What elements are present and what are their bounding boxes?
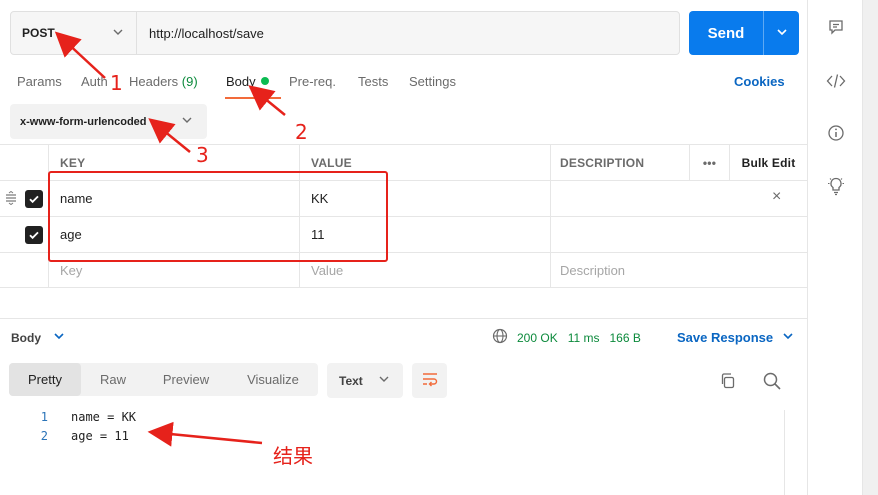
active-tab-indicator xyxy=(225,97,281,99)
view-tab-pretty[interactable]: Pretty xyxy=(9,363,81,396)
chevron-down-icon xyxy=(782,330,794,345)
bulk-edit-button[interactable]: Bulk Edit xyxy=(729,145,807,180)
chevron-down-icon xyxy=(378,373,390,388)
more-options-button[interactable]: ••• xyxy=(689,145,729,180)
line-text: age = 11 xyxy=(71,429,129,443)
method-label: POST xyxy=(22,26,55,40)
format-select[interactable]: Text xyxy=(327,363,403,398)
wrap-lines-button[interactable] xyxy=(412,363,447,398)
param-description[interactable] xyxy=(550,181,689,216)
tab-headers-label: Headers xyxy=(129,74,179,89)
annotation-label-3: 3 xyxy=(196,143,209,167)
send-label: Send xyxy=(707,24,745,42)
lightbulb-icon[interactable] xyxy=(826,176,846,196)
response-divider[interactable] xyxy=(0,318,807,319)
column-header-description: DESCRIPTION xyxy=(550,145,689,180)
tab-auth[interactable]: Auth xyxy=(81,74,108,89)
response-size[interactable]: 166 B xyxy=(610,331,641,345)
search-icon[interactable] xyxy=(762,371,782,394)
response-view-tabs: Pretty Raw Preview Visualize xyxy=(9,363,318,396)
code-scrollbar[interactable] xyxy=(784,410,800,495)
tab-headers-count: (9) xyxy=(181,74,198,89)
send-button[interactable]: Send xyxy=(689,11,799,55)
chevron-down-icon xyxy=(181,114,193,129)
tab-settings[interactable]: Settings xyxy=(409,74,456,89)
line-text: name = KK xyxy=(71,410,137,424)
line-number: 1 xyxy=(40,410,48,424)
annotation-label-1: 1 xyxy=(110,71,123,95)
body-type-select[interactable]: x-www-form-urlencoded xyxy=(10,104,207,139)
delete-row-icon[interactable]: × xyxy=(772,188,781,206)
request-bar: POST http://localhost/save xyxy=(10,11,680,55)
chevron-down-icon xyxy=(53,330,65,345)
row-checkbox[interactable] xyxy=(25,189,43,208)
annotation-label-2: 2 xyxy=(295,120,308,144)
row-checkbox[interactable] xyxy=(25,225,43,244)
response-body-toggle[interactable]: Body xyxy=(11,330,65,345)
copy-icon[interactable] xyxy=(719,372,737,393)
body-type-label: x-www-form-urlencoded xyxy=(20,115,147,128)
response-meta: 200 OK 11 ms 166 B xyxy=(492,328,641,347)
globe-icon[interactable] xyxy=(492,328,508,347)
annotation-highlight-box xyxy=(48,171,388,262)
save-response-label: Save Response xyxy=(677,330,774,345)
param-description[interactable] xyxy=(550,217,689,252)
chevron-down-icon xyxy=(112,26,124,41)
tab-pre-request[interactable]: Pre-req. xyxy=(289,74,336,89)
tab-headers[interactable]: Headers (9) xyxy=(129,74,198,89)
format-label: Text xyxy=(339,373,363,388)
code-icon[interactable] xyxy=(826,71,846,91)
chevron-down-icon xyxy=(776,26,788,41)
tab-body[interactable]: Body xyxy=(226,74,269,89)
response-title: Body xyxy=(11,330,41,345)
new-description-input[interactable]: Description xyxy=(550,253,689,287)
view-tab-visualize[interactable]: Visualize xyxy=(235,363,311,396)
comment-icon[interactable] xyxy=(826,17,846,37)
send-options-button[interactable] xyxy=(763,11,799,55)
view-tab-raw[interactable]: Raw xyxy=(87,363,139,396)
tab-tests[interactable]: Tests xyxy=(358,74,388,89)
cookies-link[interactable]: Cookies xyxy=(734,74,785,89)
url-input[interactable]: http://localhost/save xyxy=(137,12,679,54)
method-select[interactable]: POST xyxy=(11,12,137,54)
tab-body-label: Body xyxy=(226,74,256,89)
save-response-button[interactable]: Save Response xyxy=(677,330,794,345)
info-icon[interactable] xyxy=(826,123,846,143)
response-time[interactable]: 11 ms xyxy=(568,331,600,345)
status-badge[interactable]: 200 OK xyxy=(517,331,558,345)
status-dot-icon xyxy=(260,77,269,85)
view-tab-preview[interactable]: Preview xyxy=(151,363,221,396)
window-scrollbar[interactable] xyxy=(862,0,878,495)
wrap-lines-icon xyxy=(421,371,439,390)
annotation-label-result: 结果 xyxy=(273,444,313,468)
line-number: 2 xyxy=(40,429,48,443)
tab-params[interactable]: Params xyxy=(17,74,62,89)
